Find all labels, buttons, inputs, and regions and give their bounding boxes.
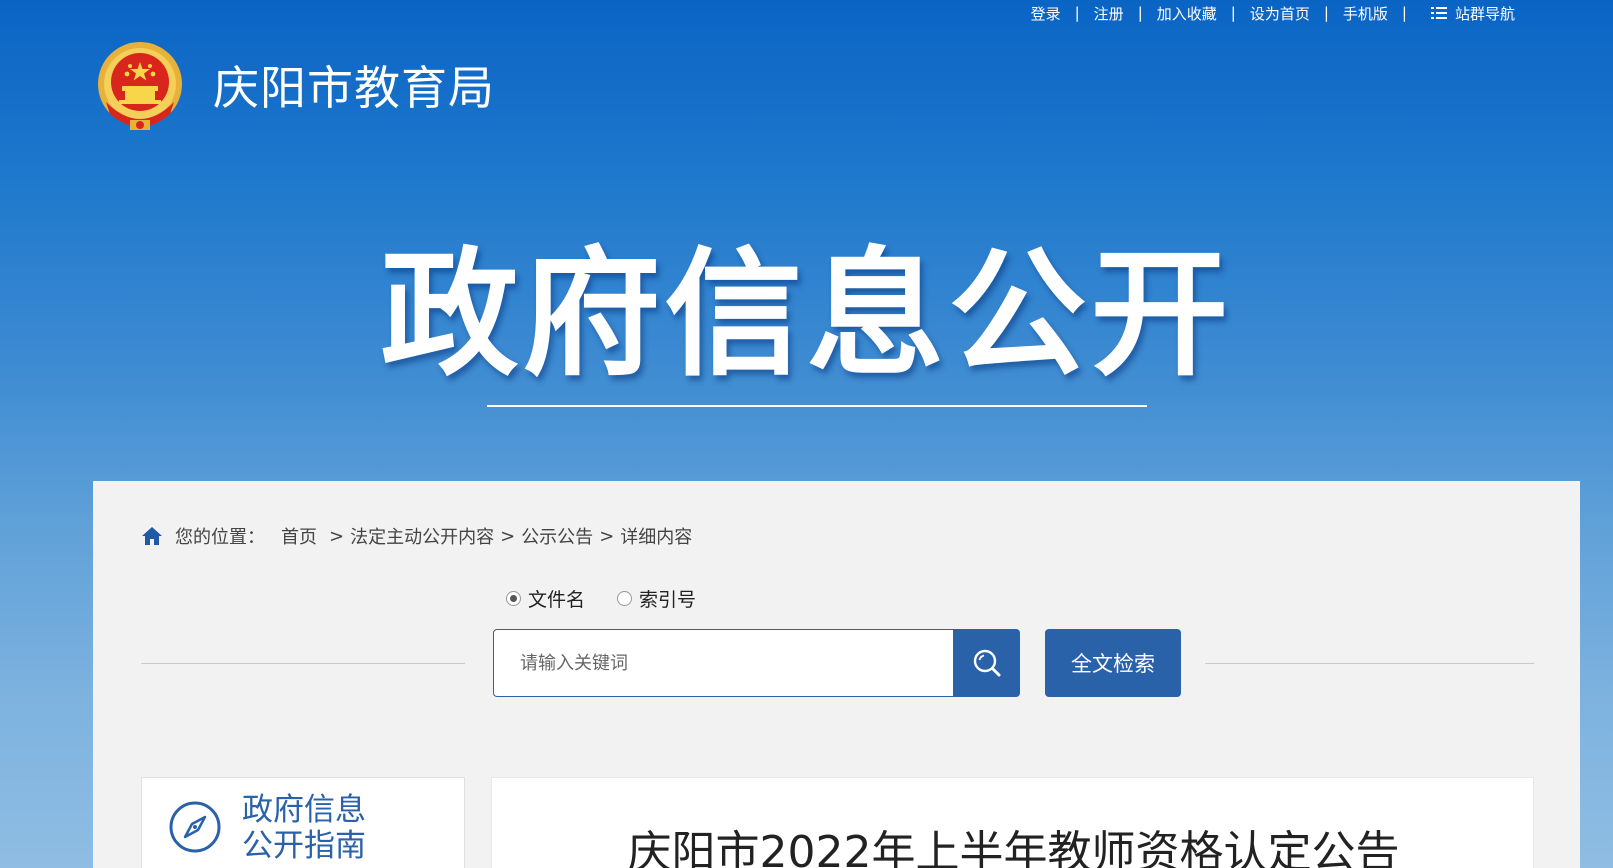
- add-favorite-link[interactable]: 加入收藏: [1157, 3, 1217, 24]
- separator: |: [1137, 4, 1143, 22]
- radio-index-number-dot[interactable]: [617, 591, 633, 606]
- national-emblem-icon: [98, 42, 182, 130]
- search-button[interactable]: [953, 629, 1020, 697]
- guide-text: 政府信息 公开指南: [242, 792, 366, 864]
- breadcrumb-separator: >: [329, 525, 345, 547]
- separator: |: [1323, 4, 1329, 22]
- login-link[interactable]: 登录: [1031, 3, 1061, 24]
- search-input[interactable]: [493, 629, 953, 697]
- divider-right: [1205, 663, 1534, 664]
- guide-line-1: 政府信息: [242, 792, 366, 828]
- site-group-nav-link[interactable]: 站群导航: [1455, 3, 1515, 24]
- list-icon[interactable]: [1430, 6, 1447, 20]
- breadcrumb-home[interactable]: 首页: [281, 523, 317, 549]
- divider-left: [141, 663, 465, 664]
- register-link[interactable]: 注册: [1094, 3, 1124, 24]
- breadcrumb-detail[interactable]: 详细内容: [620, 523, 692, 549]
- radio-index-number-label: 索引号: [639, 589, 697, 611]
- search-type-radios: 文件名 索引号: [506, 585, 728, 612]
- breadcrumb-label: 您的位置：: [175, 527, 265, 548]
- radio-filename-label: 文件名: [528, 589, 586, 611]
- article-title: 庆阳市2022年上半年教师资格认定公告: [627, 827, 1400, 868]
- page: 登录 | 注册 | 加入收藏 | 设为首页 | 手机版 | 站群导航 庆阳市教育…: [0, 0, 1613, 868]
- breadcrumb-separator: >: [599, 525, 615, 547]
- set-homepage-link[interactable]: 设为首页: [1250, 3, 1310, 24]
- disclosure-guide-card[interactable]: 政府信息 公开指南: [141, 777, 465, 868]
- breadcrumb: 您的位置： 首页 > 法定主动公开内容 > 公示公告 > 详细内容: [141, 523, 692, 549]
- hero-title: 政府信息公开: [380, 234, 1233, 395]
- breadcrumb-announcements[interactable]: 公示公告: [521, 523, 593, 549]
- search-icon: [973, 649, 1000, 677]
- site-title: 庆阳市教育局: [213, 61, 495, 115]
- hero-underline: [487, 405, 1147, 407]
- breadcrumb-separator: >: [500, 525, 516, 547]
- content-panel: 您的位置： 首页 > 法定主动公开内容 > 公示公告 > 详细内容 文件名 索引…: [93, 481, 1580, 868]
- separator: |: [1230, 4, 1236, 22]
- guide-line-2: 公开指南: [242, 828, 366, 864]
- separator: |: [1074, 4, 1080, 22]
- top-links-bar: 登录 | 注册 | 加入收藏 | 设为首页 | 手机版 | 站群导航: [1031, 2, 1515, 24]
- mobile-version-link[interactable]: 手机版: [1343, 3, 1388, 24]
- fulltext-search-button[interactable]: 全文检索: [1045, 629, 1181, 697]
- radio-index-number[interactable]: 索引号: [617, 585, 696, 612]
- separator: |: [1401, 4, 1407, 22]
- radio-filename[interactable]: 文件名: [506, 585, 585, 612]
- article-card: 庆阳市2022年上半年教师资格认定公告: [491, 777, 1534, 868]
- radio-filename-dot[interactable]: [506, 591, 521, 606]
- compass-icon: [169, 801, 221, 853]
- breadcrumb-legal-disclosure[interactable]: 法定主动公开内容: [350, 523, 494, 549]
- home-icon: [142, 527, 162, 545]
